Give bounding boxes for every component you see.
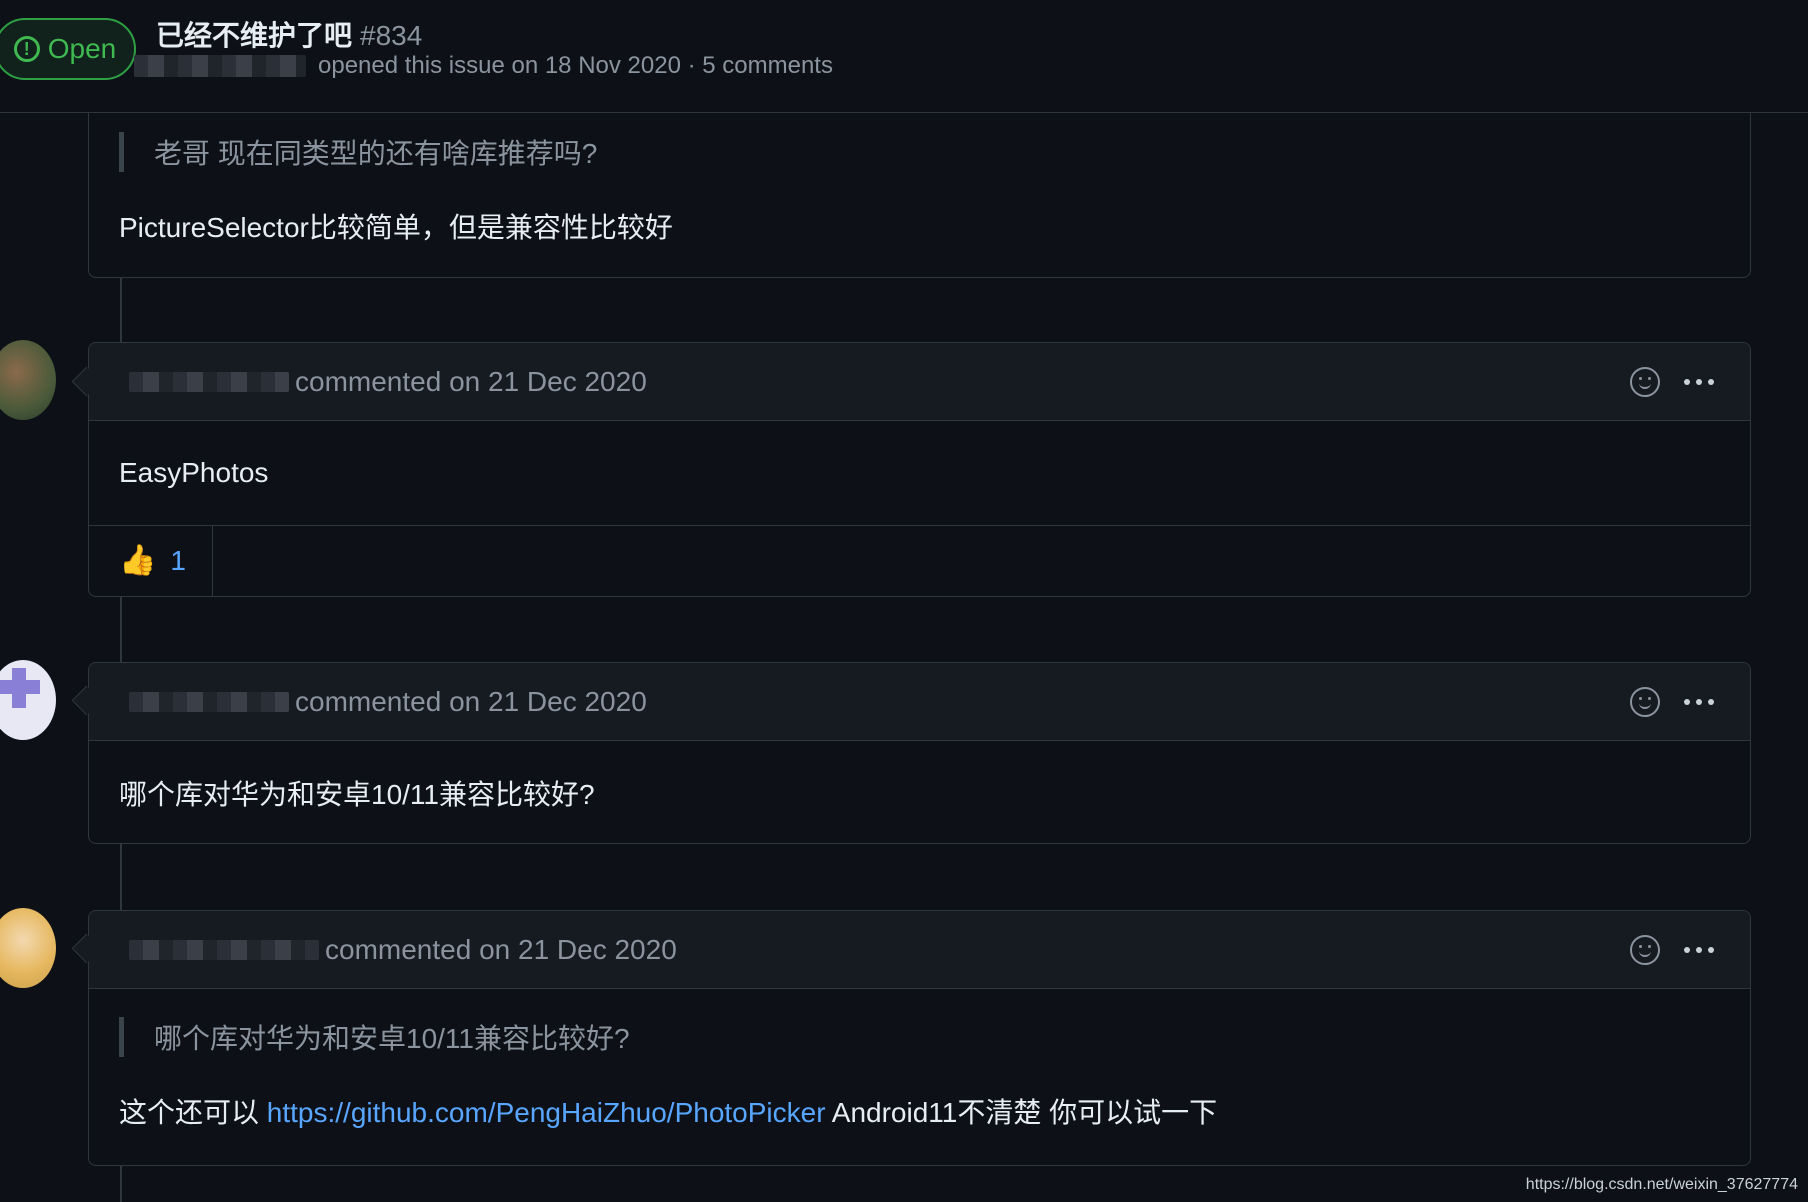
comment-body-suffix: Android11不清楚 你可以试一下 [825,1097,1218,1128]
photopicker-link[interactable]: https://github.com/PengHaiZhuo/PhotoPick… [267,1097,826,1128]
issue-header: ! Open 已经不维护了吧 #834 opened this issue on … [0,0,1808,113]
issue-meta-text: opened this issue on 18 Nov 2020 · 5 com… [318,52,833,79]
comment-body-prefix: 这个还可以 [119,1097,267,1128]
thumbs-up-icon: 👍 [119,544,157,577]
issue-number: #834 [360,20,423,51]
comment-body-text: 这个还可以 https://github.com/PengHaiZhuo/Pho… [119,1091,1720,1131]
avatar[interactable] [0,908,56,988]
issue-state-badge: ! Open [0,18,136,80]
comment-header: commented on 21 Dec 2020 [89,911,1750,989]
avatar[interactable] [0,340,56,420]
quoted-reply: 哪个库对华为和安卓10/11兼容比较好? [119,1017,1720,1057]
redacted-author[interactable] [129,691,289,712]
redacted-author[interactable] [129,371,289,392]
issue-title-text: 已经不维护了吧 [156,20,353,51]
issue-meta: opened this issue on 18 Nov 2020 · 5 com… [134,52,833,80]
issue-title: 已经不维护了吧 #834 [156,14,422,54]
comment-body-text: EasyPhotos [119,457,269,488]
comment-header-text[interactable]: commented on 21 Dec 2020 [295,366,647,398]
kebab-horizontal-icon[interactable] [1684,699,1714,705]
comment-box-3: commented on 21 Dec 2020 哪个库对华为和安卓10/11兼… [88,910,1751,1166]
smiley-icon[interactable] [1630,367,1660,397]
quoted-reply: 老哥 现在同类型的还有啥库推荐吗? [119,132,1720,172]
comment-header-text[interactable]: commented on 21 Dec 2020 [325,934,677,966]
comment-box-1: commented on 21 Dec 2020 EasyPhotos 👍 1 [88,342,1751,597]
comment-header: commented on 21 Dec 2020 [89,663,1750,741]
redacted-author[interactable] [134,55,306,77]
comment-body-text: PictureSelector比较简单，但是兼容性比较好 [119,212,673,243]
reaction-count: 1 [170,545,186,576]
comment-box-opening: 老哥 现在同类型的还有啥库推荐吗? PictureSelector比较简单，但是… [88,100,1751,278]
comment-header: commented on 21 Dec 2020 [89,343,1750,421]
issue-state-label: Open [47,33,117,64]
kebab-horizontal-icon[interactable] [1684,947,1714,953]
comment-body-text: 哪个库对华为和安卓10/11兼容比较好? [119,779,595,810]
smiley-icon[interactable] [1630,935,1660,965]
kebab-horizontal-icon[interactable] [1684,379,1714,385]
avatar[interactable] [0,660,56,740]
watermark: https://blog.csdn.net/weixin_37627774 [1525,1176,1798,1193]
smiley-icon[interactable] [1630,687,1660,717]
comment-box-2: commented on 21 Dec 2020 哪个库对华为和安卓10/11兼… [88,662,1751,844]
redacted-author[interactable] [129,939,319,960]
comment-header-text[interactable]: commented on 21 Dec 2020 [295,686,647,718]
issue-opened-icon: ! [13,36,40,62]
reaction-thumbs-up[interactable]: 👍 1 [89,526,213,596]
reactions-bar: 👍 1 [89,525,1750,596]
